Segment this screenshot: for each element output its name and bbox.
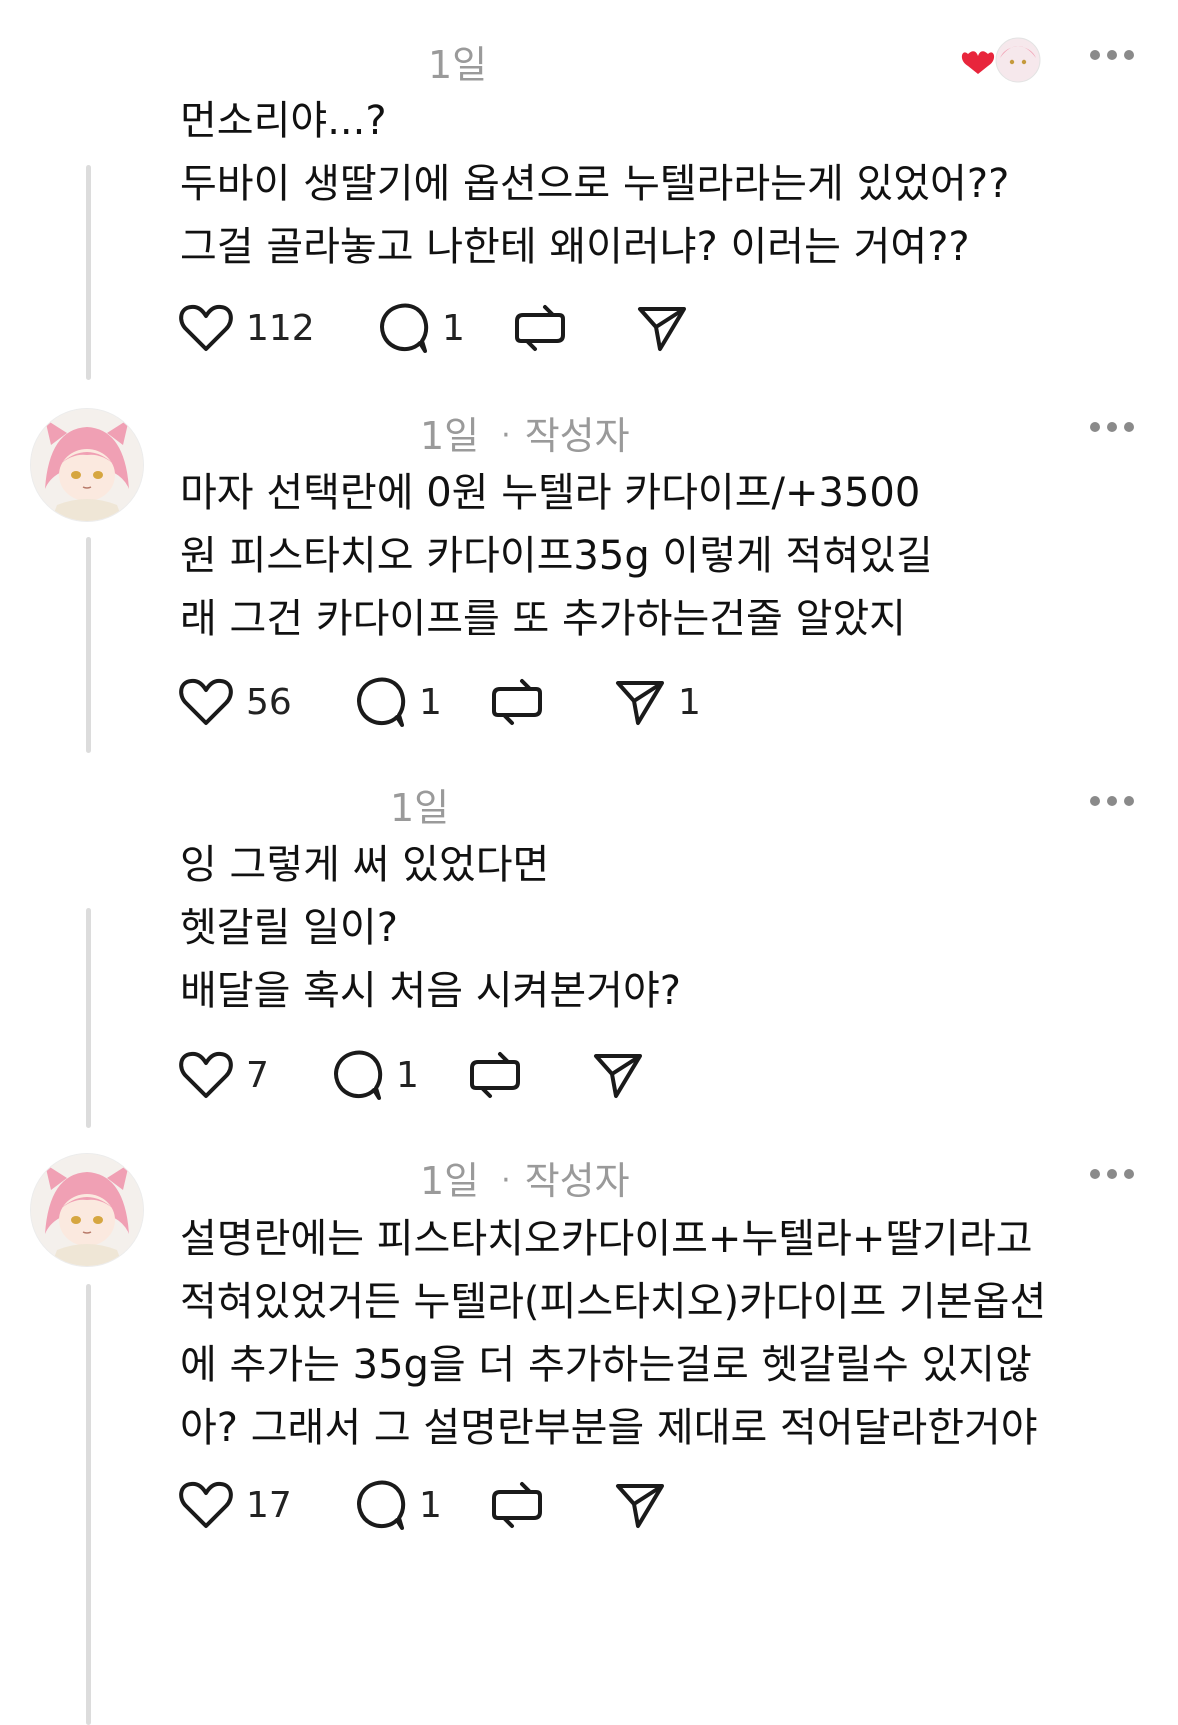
like-count: 17	[246, 1484, 292, 1526]
author-badge: 작성자	[524, 1159, 630, 1203]
reply-button[interactable]: 1	[353, 1475, 442, 1535]
comment-time: 1일	[420, 1159, 480, 1203]
like-count: 56	[246, 681, 292, 723]
liked-by-avatar[interactable]	[958, 36, 1044, 92]
repost-button[interactable]	[490, 1475, 544, 1535]
action-bar: 112 1	[178, 298, 1078, 358]
comment-line: 설명란에는 피스타치오카다이프+누텔라+딸기라고	[180, 1216, 1033, 1262]
author-badge: 작성자	[524, 414, 630, 458]
comment-meta: 1일	[428, 34, 487, 89]
share-button[interactable]	[592, 1045, 644, 1105]
like-count: 112	[246, 307, 315, 349]
repost-arrows-icon	[470, 1052, 520, 1098]
speech-bubble-icon	[357, 1480, 406, 1530]
reply-button[interactable]: 1	[330, 1045, 419, 1105]
reply-count: 1	[396, 1054, 419, 1096]
comment-line: 래 그건 카다이프를 또 추가하는건줄 알았지	[180, 596, 906, 642]
like-button[interactable]: 112	[178, 298, 315, 358]
more-options-button[interactable]	[1088, 794, 1136, 808]
comment-body: 먼소리야...? 두바이 생딸기에 옵션으로 누텔라라는게 있었어?? 그걸 골…	[180, 90, 1120, 279]
send-plane-icon	[616, 1484, 664, 1528]
like-count: 7	[246, 1054, 269, 1096]
thread-line	[86, 1284, 91, 1725]
ellipsis-icon	[1090, 1169, 1134, 1179]
comment-line: 적혀있었거든 누텔라(피스타치오)카다이프 기본옵션	[180, 1279, 1047, 1325]
comment-meta: 1일 · 작성자	[420, 414, 630, 458]
reply-count: 1	[419, 1484, 442, 1526]
comment-line: 두바이 생딸기에 옵션으로 누텔라라는게 있었어??	[180, 161, 1010, 207]
comment-line: 원 피스타치오 카다이프35g 이렇게 적혀있길	[180, 533, 933, 579]
repost-arrows-icon	[492, 1482, 542, 1528]
reply-count: 1	[442, 307, 465, 349]
comment-line: 에 추가는 35g을 더 추가하는걸로 헷갈릴수 있지않	[180, 1342, 1032, 1388]
comment-body: 잉 그렇게 써 있었다면 헷갈릴 일이? 배달을 혹시 처음 시켜본거야?	[180, 834, 1120, 1023]
repost-arrows-icon	[515, 305, 565, 351]
like-button[interactable]: 17	[178, 1475, 292, 1535]
heart-icon	[179, 304, 233, 351]
action-bar: 17 1	[178, 1475, 1078, 1535]
repost-button[interactable]	[513, 298, 567, 358]
comment-meta: 1일 · 작성자	[420, 1159, 630, 1203]
more-options-button[interactable]	[1088, 1167, 1136, 1181]
send-plane-icon	[594, 1054, 642, 1098]
comment-time: 1일	[428, 43, 488, 87]
reply-count: 1	[419, 681, 442, 723]
comment-meta: 1일	[390, 777, 449, 832]
speech-bubble-icon	[357, 677, 406, 727]
heart-icon	[179, 1481, 233, 1528]
like-button[interactable]: 56	[178, 672, 292, 732]
speech-bubble-icon	[334, 1050, 383, 1100]
comment-line: 헷갈릴 일이?	[180, 905, 398, 951]
thread-line	[86, 165, 91, 380]
more-options-button[interactable]	[1088, 420, 1136, 434]
ellipsis-icon	[1090, 796, 1134, 806]
avatar[interactable]	[30, 1153, 144, 1267]
share-button[interactable]	[614, 1475, 666, 1535]
comment-line: 마자 선택란에 0원 누텔라 카다이프/+3500	[180, 470, 921, 516]
liked-heart-icon	[961, 51, 995, 74]
repost-arrows-icon	[492, 679, 542, 725]
ellipsis-icon	[1090, 422, 1134, 432]
avatar[interactable]	[30, 408, 144, 522]
heart-icon	[179, 678, 233, 725]
send-plane-icon	[638, 307, 686, 351]
share-button[interactable]	[636, 298, 688, 358]
speech-bubble-icon	[380, 303, 429, 353]
repost-button[interactable]	[468, 1045, 522, 1105]
reply-button[interactable]: 1	[353, 672, 442, 732]
share-count: 1	[678, 681, 701, 723]
thread-line	[86, 537, 91, 753]
comment-line: 잉 그렇게 써 있었다면	[180, 842, 550, 888]
comment-line: 배달을 혹시 처음 시켜본거야?	[180, 968, 681, 1014]
action-bar: 7 1	[178, 1045, 1078, 1105]
comment-line: 그걸 골라놓고 나한테 왜이러냐? 이러는 거여??	[180, 224, 970, 270]
thread-line	[86, 908, 91, 1128]
more-options-button[interactable]	[1088, 48, 1136, 62]
like-button[interactable]: 7	[178, 1045, 269, 1105]
comment-time: 1일	[390, 786, 450, 830]
heart-icon	[179, 1051, 233, 1098]
comment-line: 먼소리야...?	[180, 98, 387, 144]
action-bar: 56 1 1	[178, 672, 1078, 732]
ellipsis-icon	[1090, 50, 1134, 60]
send-plane-icon	[616, 681, 664, 725]
repost-button[interactable]	[490, 672, 544, 732]
comment-body: 설명란에는 피스타치오카다이프+누텔라+딸기라고 적혀있었거든 누텔라(피스타치…	[180, 1208, 1120, 1460]
comment-line: 아? 그래서 그 설명란부분을 제대로 적어달라한거야	[180, 1405, 1038, 1451]
comment-time: 1일	[420, 414, 480, 458]
reply-button[interactable]: 1	[376, 298, 465, 358]
comment-body: 마자 선택란에 0원 누텔라 카다이프/+3500 원 피스타치오 카다이프35…	[180, 462, 1120, 651]
share-button[interactable]: 1	[614, 672, 701, 732]
